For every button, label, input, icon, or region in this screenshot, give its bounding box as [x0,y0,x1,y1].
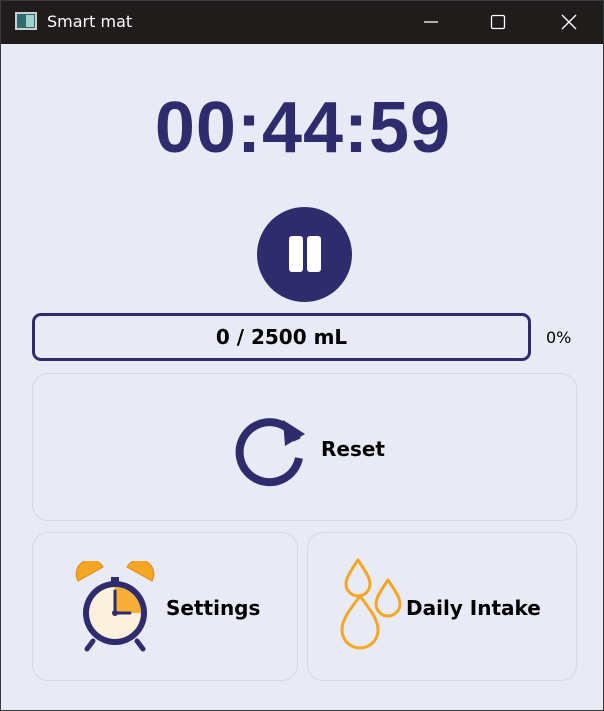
water-progress-bar: 0 / 2500 mL [32,313,531,361]
maximize-icon [490,14,506,30]
app-icon [15,12,37,30]
reset-button[interactable]: Reset [32,373,577,521]
app-window: Smart mat 00:44:59 0 / 2500 mL 0% Reset … [0,0,604,711]
pause-button[interactable] [257,207,352,302]
reset-icon [235,418,305,487]
daily-intake-button[interactable]: Daily Intake [307,532,577,681]
minimize-button[interactable] [400,1,462,44]
progress-label: 0 / 2500 mL [215,325,348,349]
close-icon [561,14,577,30]
reset-label: Reset [321,437,385,461]
progress-percent: 0% [546,328,572,347]
timer-display: 00:44:59 [154,88,452,168]
water-drops-icon [340,558,402,650]
alarm-clock-icon [75,561,155,652]
settings-button[interactable]: Settings [32,532,298,681]
window-title: Smart mat [47,12,133,31]
settings-label: Settings [166,596,261,620]
daily-intake-label: Daily Intake [406,596,541,620]
pause-icon-bar [307,236,321,272]
minimize-icon [424,21,438,23]
close-button[interactable] [538,1,600,44]
maximize-button[interactable] [467,1,529,44]
pause-icon [289,236,303,272]
title-bar[interactable]: Smart mat [1,1,603,44]
